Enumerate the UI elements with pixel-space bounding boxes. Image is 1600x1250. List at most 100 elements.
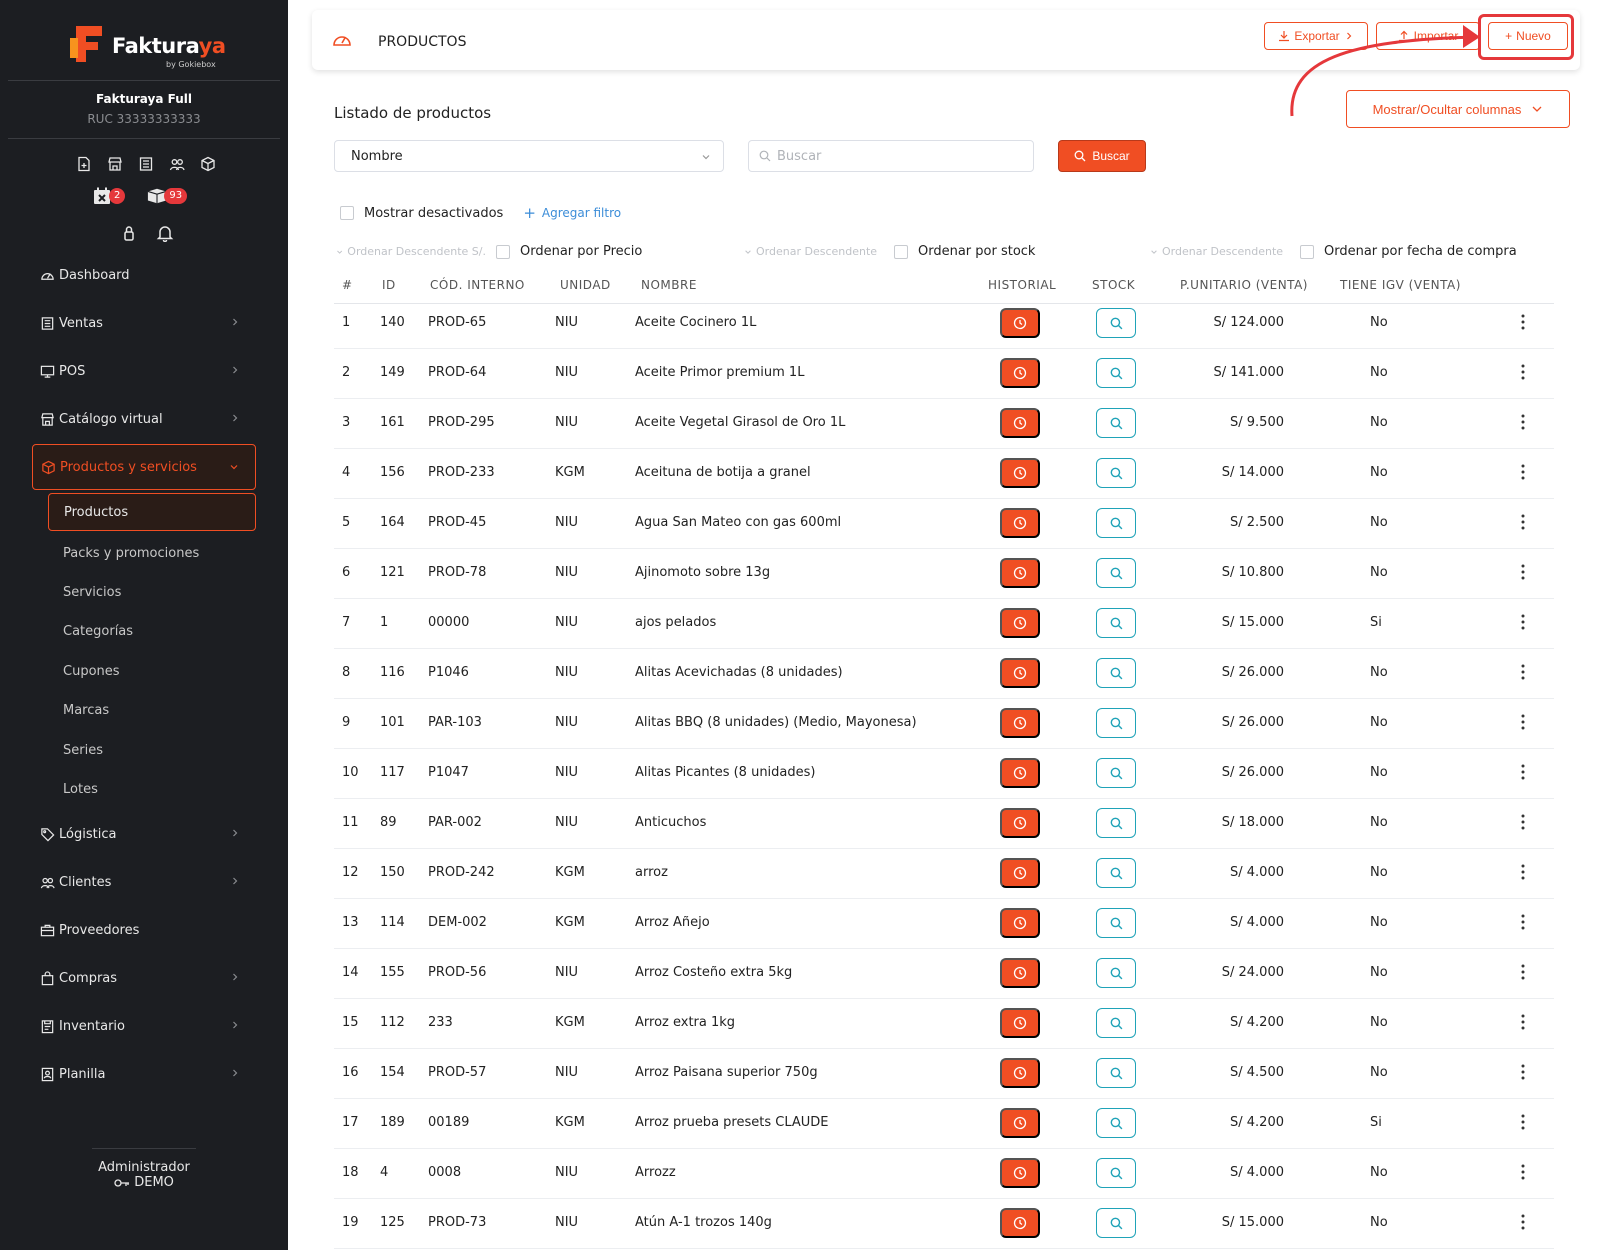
submenu-marcas[interactable]: Marcas	[48, 691, 256, 729]
stock-button[interactable]	[1096, 358, 1136, 388]
history-button[interactable]	[1000, 1158, 1040, 1188]
store-icon[interactable]	[107, 156, 123, 172]
history-button[interactable]	[1000, 808, 1040, 838]
kebab-menu-icon[interactable]	[1520, 1012, 1526, 1032]
stock-button[interactable]	[1096, 758, 1136, 788]
stock-button[interactable]	[1096, 958, 1136, 988]
calendar-badge[interactable]: 2	[92, 186, 126, 206]
submenu-categorias[interactable]: Categorías	[48, 612, 256, 650]
submenu-cupones[interactable]: Cupones	[48, 652, 256, 690]
users-icon[interactable]	[169, 156, 185, 172]
kebab-menu-icon[interactable]	[1520, 812, 1526, 832]
history-button[interactable]	[1000, 758, 1040, 788]
stock-button[interactable]	[1096, 408, 1136, 438]
menu-compras[interactable]: Compras	[32, 955, 256, 1001]
stock-button[interactable]	[1096, 1008, 1136, 1038]
history-button[interactable]	[1000, 408, 1040, 438]
history-button[interactable]	[1000, 1058, 1040, 1088]
menu-pos[interactable]: POS	[32, 348, 256, 394]
submenu-productos[interactable]: Productos	[48, 493, 256, 531]
stock-button[interactable]	[1096, 1208, 1136, 1238]
stock-button[interactable]	[1096, 908, 1136, 938]
menu-catalogo[interactable]: Catálogo virtual	[32, 396, 256, 442]
menu-planilla[interactable]: Planilla	[32, 1051, 256, 1097]
menu-productos-servicios[interactable]: Productos y servicios	[32, 444, 256, 490]
history-button[interactable]	[1000, 958, 1040, 988]
stock-button[interactable]	[1096, 1158, 1136, 1188]
stock-button[interactable]	[1096, 808, 1136, 838]
history-button[interactable]	[1000, 708, 1040, 738]
menu-dashboard[interactable]: Dashboard	[32, 252, 256, 298]
document-add-icon[interactable]	[76, 156, 92, 172]
history-button[interactable]	[1000, 1208, 1040, 1238]
sort-stock-select[interactable]: Ordenar Descendente	[744, 245, 884, 258]
kebab-menu-icon[interactable]	[1520, 362, 1526, 382]
add-filter-link[interactable]: + Agregar filtro	[523, 204, 621, 222]
receipt-icon[interactable]	[138, 156, 154, 172]
history-button[interactable]	[1000, 1108, 1040, 1138]
lock-icon[interactable]	[120, 224, 138, 242]
history-button[interactable]	[1000, 308, 1040, 338]
search-input[interactable]	[777, 148, 1017, 164]
menu-inventario[interactable]: Inventario	[32, 1003, 256, 1049]
stock-button[interactable]	[1096, 308, 1136, 338]
menu-ventas[interactable]: Ventas	[32, 300, 256, 346]
stock-button[interactable]	[1096, 1058, 1136, 1088]
stock-button[interactable]	[1096, 858, 1136, 888]
stock-button[interactable]	[1096, 608, 1136, 638]
history-button[interactable]	[1000, 508, 1040, 538]
kebab-menu-icon[interactable]	[1520, 1112, 1526, 1132]
sort-date-select[interactable]: Ordenar Descendente	[1150, 245, 1290, 258]
kebab-menu-icon[interactable]	[1520, 1212, 1526, 1232]
kebab-menu-icon[interactable]	[1520, 712, 1526, 732]
kebab-menu-icon[interactable]	[1520, 462, 1526, 482]
stock-button[interactable]	[1096, 558, 1136, 588]
menu-proveedores[interactable]: Proveedores	[32, 907, 256, 953]
kebab-menu-icon[interactable]	[1520, 412, 1526, 432]
stock-button[interactable]	[1096, 708, 1136, 738]
stock-button[interactable]	[1096, 658, 1136, 688]
history-button[interactable]	[1000, 458, 1040, 488]
submenu-series[interactable]: Series	[48, 731, 256, 769]
history-button[interactable]	[1000, 558, 1040, 588]
cell-unit: NIU	[555, 415, 579, 430]
kebab-menu-icon[interactable]	[1520, 1162, 1526, 1182]
kebab-menu-icon[interactable]	[1520, 312, 1526, 332]
bell-icon[interactable]	[156, 224, 174, 242]
stock-button[interactable]	[1096, 458, 1136, 488]
sort-price-checkbox[interactable]	[496, 244, 510, 259]
brand-logo[interactable]: Fakturaya by Gokiebox	[68, 24, 228, 72]
history-button[interactable]	[1000, 608, 1040, 638]
search-button[interactable]: Buscar	[1058, 140, 1146, 172]
sort-price-select[interactable]: Ordenar Descendente S/.	[336, 245, 486, 258]
menu-logistica[interactable]: Lógistica	[32, 811, 256, 857]
kebab-menu-icon[interactable]	[1520, 1062, 1526, 1082]
submenu-packs[interactable]: Packs y promociones	[48, 534, 256, 572]
history-button[interactable]	[1000, 908, 1040, 938]
history-button[interactable]	[1000, 358, 1040, 388]
submenu-servicios[interactable]: Servicios	[48, 573, 256, 611]
sort-date-checkbox[interactable]	[1300, 244, 1314, 259]
toggle-columns-button[interactable]: Mostrar/Ocultar columnas	[1346, 90, 1570, 128]
kebab-menu-icon[interactable]	[1520, 962, 1526, 982]
stock-button[interactable]	[1096, 1108, 1136, 1138]
sort-stock-checkbox[interactable]	[894, 244, 908, 259]
stock-button[interactable]	[1096, 508, 1136, 538]
boxes-badge[interactable]: 93	[147, 186, 188, 206]
kebab-menu-icon[interactable]	[1520, 912, 1526, 932]
kebab-menu-icon[interactable]	[1520, 862, 1526, 882]
search-field-select[interactable]: Nombre	[334, 140, 724, 172]
kebab-menu-icon[interactable]	[1520, 612, 1526, 632]
kebab-menu-icon[interactable]	[1520, 662, 1526, 682]
kebab-menu-icon[interactable]	[1520, 512, 1526, 532]
user-account[interactable]: DEMO	[0, 1175, 288, 1190]
show-disabled-checkbox[interactable]	[340, 206, 354, 220]
submenu-lotes[interactable]: Lotes	[48, 770, 256, 808]
kebab-menu-icon[interactable]	[1520, 762, 1526, 782]
kebab-menu-icon[interactable]	[1520, 562, 1526, 582]
history-button[interactable]	[1000, 1008, 1040, 1038]
menu-clientes[interactable]: Clientes	[32, 859, 256, 905]
history-button[interactable]	[1000, 858, 1040, 888]
box-icon[interactable]	[200, 156, 216, 172]
history-button[interactable]	[1000, 658, 1040, 688]
